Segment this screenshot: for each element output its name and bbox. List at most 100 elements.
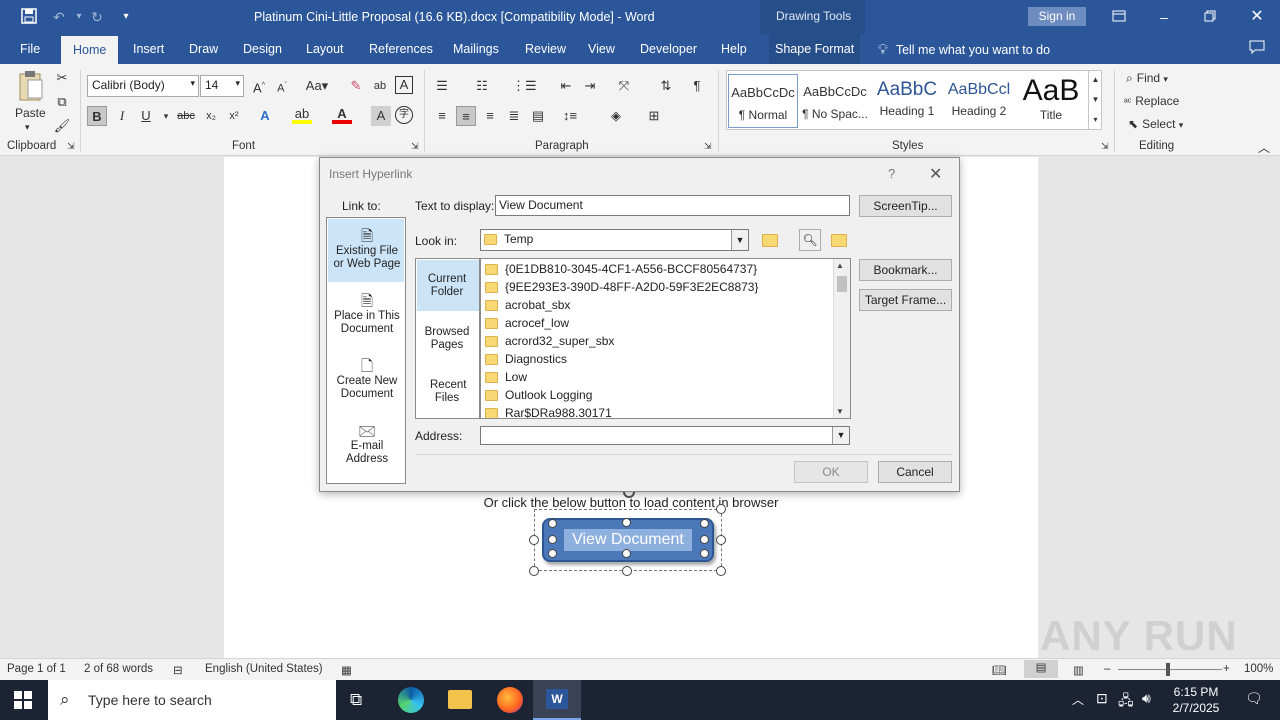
clear-formatting-icon[interactable]: ✎	[346, 76, 366, 96]
borders-icon[interactable]: ⊞	[644, 106, 664, 126]
look-in-select[interactable]: Temp ▼	[480, 229, 749, 251]
redo-icon[interactable]: ↻	[88, 8, 106, 26]
scroll-up-icon[interactable]: ▲	[836, 261, 844, 270]
volume-icon[interactable]: 🔊︎	[1142, 690, 1151, 707]
resize-handle[interactable]	[529, 535, 539, 545]
paste-icon[interactable]	[16, 70, 46, 104]
sign-in-button[interactable]: Sign in	[1028, 7, 1086, 26]
comments-icon[interactable]	[1248, 40, 1266, 58]
strikethrough-icon[interactable]: abc	[176, 106, 196, 126]
page-count[interactable]: Page 1 of 1	[7, 663, 66, 675]
select-button[interactable]: ⬉ Select ▾	[1128, 117, 1183, 131]
shading-icon[interactable]: ◈	[606, 106, 626, 126]
justify-icon[interactable]: ≣	[504, 106, 524, 126]
style-title[interactable]: AaB Title	[1016, 74, 1086, 128]
link-option-place-in-document[interactable]: 🗎︎ Place in This Document	[328, 294, 406, 336]
list-item[interactable]: Low	[485, 368, 527, 386]
paste-label[interactable]: Paste	[15, 106, 46, 120]
clock[interactable]: 6:15 PM 2/7/2025	[1166, 684, 1226, 716]
style-normal[interactable]: AaBbCcDc ¶ Normal	[728, 74, 798, 128]
tab-mailings[interactable]: Mailings	[447, 34, 505, 64]
zoom-in-icon[interactable]: +	[1223, 663, 1230, 675]
text-handle[interactable]	[622, 518, 631, 527]
language[interactable]: English (United States)	[205, 663, 323, 675]
bold-icon[interactable]: B	[87, 106, 107, 126]
zoom-slider-thumb[interactable]	[1166, 663, 1170, 676]
text-handle[interactable]	[700, 549, 709, 558]
style-heading-1[interactable]: AaBbC Heading 1	[872, 74, 942, 128]
style-heading-2[interactable]: AaBbCcl Heading 2	[944, 74, 1014, 128]
screentip-button[interactable]: ScreenTip...	[859, 195, 952, 217]
tab-draw[interactable]: Draw	[183, 34, 224, 64]
list-item[interactable]: Outlook Logging	[485, 386, 592, 404]
network-icon[interactable]: 🖧︎	[1118, 690, 1134, 714]
font-name-combo[interactable]: Calibri (Body) ▾	[87, 75, 199, 97]
taskbar-search-box[interactable]: ⌕ Type here to search	[48, 680, 336, 720]
minimize-icon[interactable]: –	[1155, 8, 1173, 26]
font-color-icon[interactable]: A	[332, 106, 352, 124]
chevron-down-icon[interactable]: ▼	[731, 230, 748, 250]
asian-layout-icon[interactable]: ⤧	[614, 76, 634, 96]
superscript-icon[interactable]: x²	[224, 106, 244, 126]
grow-font-icon[interactable]: A^	[249, 76, 269, 96]
undo-icon[interactable]: ↶	[50, 8, 68, 26]
list-item[interactable]: Diagnostics	[485, 350, 567, 368]
tab-home[interactable]: Home	[61, 36, 119, 64]
character-border-icon[interactable]: A	[395, 76, 413, 94]
file-explorer-icon[interactable]	[448, 690, 472, 709]
styles-launcher-icon[interactable]: ⇲	[1101, 141, 1109, 152]
proofing-icon[interactable]: ⊟	[173, 663, 183, 677]
text-effects-icon[interactable]: A	[255, 106, 275, 126]
cut-icon[interactable]: ✂	[52, 68, 72, 88]
bullets-icon[interactable]: ☰	[432, 76, 452, 96]
font-launcher-icon[interactable]: ⇲	[411, 141, 419, 152]
numbering-icon[interactable]: ☷	[472, 76, 492, 96]
tray-device-icon[interactable]: ⊡	[1096, 690, 1108, 707]
tab-view[interactable]: View	[582, 34, 621, 64]
paragraph-launcher-icon[interactable]: ⇲	[704, 141, 712, 152]
resize-handle[interactable]	[716, 504, 726, 514]
distributed-icon[interactable]: ▤	[528, 106, 548, 126]
tab-review[interactable]: Review	[519, 34, 572, 64]
text-handle[interactable]	[622, 549, 631, 558]
recent-files-option[interactable]: Recent Files	[416, 379, 478, 405]
firefox-icon[interactable]	[497, 687, 523, 713]
edge-icon[interactable]	[398, 687, 424, 713]
undo-dropdown-icon[interactable]: ▾	[70, 8, 88, 26]
resize-handle[interactable]	[716, 566, 726, 576]
resize-handle[interactable]	[622, 566, 632, 576]
clipboard-launcher-icon[interactable]: ⇲	[67, 141, 75, 152]
list-item[interactable]: acrocef_low	[485, 314, 569, 332]
list-item[interactable]: {9EE293E3-390D-48FF-A2D0-59F3E2EC8873}	[485, 278, 759, 296]
character-shading-icon[interactable]: A	[371, 106, 391, 126]
text-handle[interactable]	[548, 535, 557, 544]
bookmark-button[interactable]: Bookmark...	[859, 259, 952, 281]
tab-insert[interactable]: Insert	[127, 34, 170, 64]
link-option-email[interactable]: 🖂︎ E-mail Address	[328, 424, 406, 466]
current-folder-option[interactable]: Current Folder	[416, 273, 478, 299]
styles-more-icon[interactable]: ▾	[1088, 110, 1102, 130]
word-count[interactable]: 2 of 68 words	[84, 663, 153, 675]
scroll-down-icon[interactable]: ▼	[836, 407, 844, 416]
ok-button[interactable]: OK	[794, 461, 868, 483]
notifications-icon[interactable]: 🗨︎	[1245, 690, 1263, 707]
address-dropdown-icon[interactable]: ▼	[832, 427, 849, 444]
font-size-combo[interactable]: 14 ▾	[200, 75, 244, 97]
tell-me-search[interactable]: 💡︎ Tell me what you want to do	[872, 34, 1056, 64]
highlight-icon[interactable]: ab	[292, 106, 312, 124]
multilevel-list-icon[interactable]: ⋮☰	[512, 76, 537, 96]
format-painter-icon[interactable]: 🖌︎	[52, 116, 72, 136]
tray-chevron-icon[interactable]: ︿	[1072, 691, 1084, 708]
italic-icon[interactable]: I	[112, 106, 132, 126]
zoom-slider[interactable]	[1118, 669, 1222, 670]
style-no-spacing[interactable]: AaBbCcDc ¶ No Spac...	[800, 74, 870, 128]
accessibility-icon[interactable]: ▦	[341, 663, 352, 677]
read-mode-icon[interactable]: 📖︎	[992, 663, 1007, 677]
scrollbar[interactable]: ▲ ▼	[833, 259, 850, 418]
print-layout-icon[interactable]: ▤	[1024, 660, 1058, 678]
help-icon[interactable]: ?	[888, 166, 895, 181]
customize-qat-icon[interactable]: ▾	[117, 8, 135, 26]
styles-scroll-up-icon[interactable]: ▲	[1088, 70, 1102, 90]
replace-button[interactable]: ᵃᶜ Replace	[1124, 94, 1179, 108]
target-frame-button[interactable]: Target Frame...	[859, 289, 952, 311]
